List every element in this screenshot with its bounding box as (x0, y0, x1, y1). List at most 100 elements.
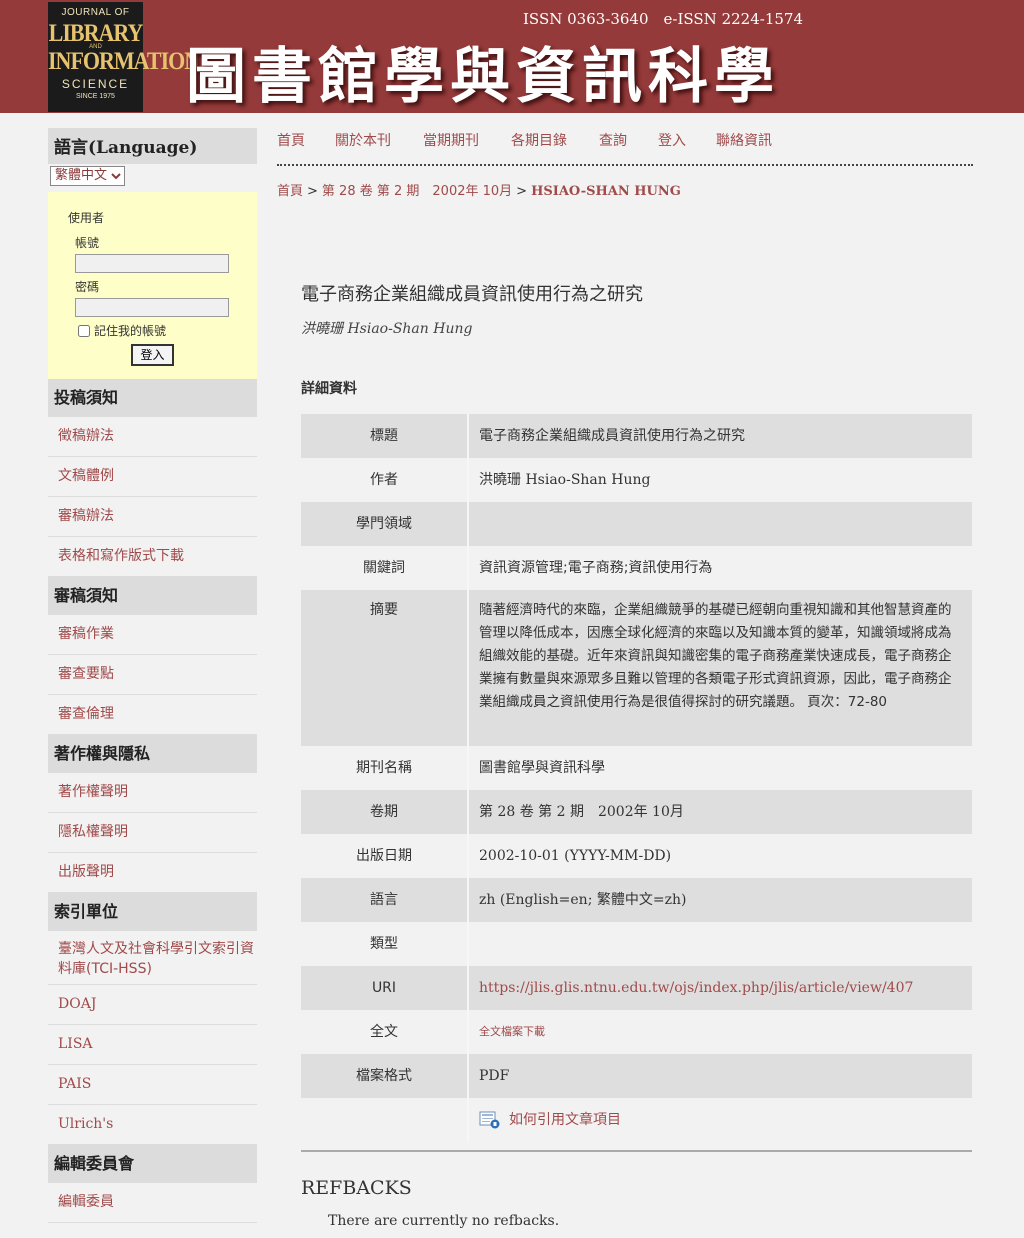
sidebar-link[interactable]: 文稿體例 (48, 456, 257, 497)
table-row: 語言 zh (English=en; 繁體中文=zh) (301, 878, 972, 922)
language-select[interactable]: 繁體中文 (50, 165, 125, 186)
table-row: 關鍵詞 資訊資源管理;電子商務;資訊使用行為 (301, 546, 972, 590)
table-row: 標題 電子商務企業組織成員資訊使用行為之研究 (301, 414, 972, 458)
nav-item-search[interactable]: 查詢 (599, 130, 627, 150)
sidebar-link[interactable]: Ulrich's (48, 1104, 257, 1145)
sidebar-link[interactable]: 出版聲明 (48, 852, 257, 893)
table-row: 檔案格式 PDF (301, 1054, 972, 1098)
logo-text: LIBRARY (48, 18, 144, 47)
user-box-title: 使用者 (68, 210, 105, 225)
meta-value: 第 28 卷 第 2 期 2002年 10月 (479, 804, 684, 820)
meta-value: 洪曉珊 Hsiao-Shan Hung (479, 472, 651, 488)
sidebar-link[interactable]: 審查要點 (48, 654, 257, 695)
journal-logo[interactable]: JOURNAL OF LIBRARY AND INFORMATION SCIEN… (48, 2, 200, 112)
sidebar-link[interactable]: PAIS (48, 1064, 257, 1105)
remember-me[interactable]: 記住我的帳號 (78, 322, 166, 339)
breadcrumb-issue[interactable]: 第 28 卷 第 2 期 2002年 10月 (322, 184, 512, 199)
empty-cell (301, 1098, 467, 1142)
sidebar: 語言(Language) 繁體中文 使用者 帳號 密碼 記住我的帳號 登入 投稿… (48, 128, 257, 1238)
uri-link[interactable]: https://jlis.glis.ntnu.edu.tw/ojs/index.… (479, 966, 972, 1010)
site-header: JOURNAL OF LIBRARY AND INFORMATION SCIEN… (0, 0, 1024, 113)
meta-key: URI (371, 980, 397, 996)
table-row: 作者 洪曉珊 Hsiao-Shan Hung (301, 458, 972, 502)
meta-value: 圖書館學與資訊科學 (479, 760, 605, 776)
site-title: 圖書館學與資訊科學 (186, 42, 780, 112)
meta-key: 類型 (370, 936, 398, 952)
cite-icon (479, 1111, 500, 1129)
sidebar-link[interactable]: 徵稿辦法 (48, 416, 257, 457)
table-row: 出版日期 2002-10-01 (YYYY-MM-DD) (301, 834, 972, 878)
sidebar-link[interactable]: 表格和寫作版式下載 (48, 536, 257, 577)
username-input[interactable] (75, 253, 229, 273)
breadcrumb-home[interactable]: 首頁 (277, 184, 303, 199)
table-row: 期刊名稱 圖書館學與資訊科學 (301, 746, 972, 790)
meta-key: 摘要 (370, 602, 398, 618)
meta-key: 關鍵詞 (363, 560, 405, 576)
section-heading-copyright: 著作權與隱私 (48, 734, 257, 773)
remember-label: 記住我的帳號 (94, 323, 167, 338)
refbacks-heading: REFBACKS (301, 1177, 412, 1199)
section-heading-submission: 投稿須知 (48, 378, 257, 417)
meta-abstract: 隨著經濟時代的來臨，企業組織競爭的基礎已經朝向重視知識和其他智慧資產的管理以降低… (479, 602, 952, 710)
issn-text: ISSN 0363-3640 e-ISSN 2224-1574 (523, 10, 803, 28)
logo-text: SINCE 1975 (76, 93, 115, 100)
sidebar-link[interactable]: 隱私權聲明 (48, 812, 257, 853)
user-login-box: 使用者 帳號 密碼 記住我的帳號 登入 (48, 191, 257, 379)
meta-key: 卷期 (370, 804, 398, 820)
meta-value: zh (English=en; 繁體中文=zh) (479, 892, 687, 908)
breadcrumb-sep: > (516, 184, 528, 199)
table-row: 如何引用文章項目 (301, 1098, 972, 1142)
sidebar-link[interactable]: DOAJ (48, 984, 257, 1025)
nav-item-contact[interactable]: 聯絡資訊 (716, 130, 772, 150)
meta-key: 全文 (370, 1024, 398, 1040)
breadcrumb-current[interactable]: HSIAO-SHAN HUNG (531, 184, 681, 199)
sidebar-link[interactable]: 審稿辦法 (48, 496, 257, 537)
sidebar-link[interactable]: 編輯委員 (48, 1182, 257, 1223)
nav-item-about[interactable]: 關於本刊 (335, 130, 391, 150)
meta-key: 作者 (370, 472, 398, 488)
table-row: 全文 全文檔案下載 (301, 1010, 972, 1054)
article-title: 電子商務企業組織成員資訊使用行為之研究 (301, 284, 643, 305)
username-label: 帳號 (75, 235, 100, 250)
breadcrumb: 首頁 > 第 28 卷 第 2 期 2002年 10月 > HSIAO-SHAN HUN… (277, 180, 681, 199)
meta-key: 出版日期 (356, 848, 412, 864)
cite-label: 如何引用文章項目 (509, 1112, 621, 1128)
sidebar-link[interactable]: 審查倫理 (48, 694, 257, 735)
meta-value: 電子商務企業組織成員資訊使用行為之研究 (479, 428, 745, 444)
meta-key: 語言 (370, 892, 398, 908)
meta-value: 資訊資源管理;電子商務;資訊使用行為 (479, 560, 713, 576)
sidebar-link[interactable]: 著作權聲明 (48, 772, 257, 813)
nav-item-login[interactable]: 登入 (658, 130, 686, 150)
logo-text: SCIENCE (61, 77, 130, 91)
meta-value: 2002-10-01 (YYYY-MM-DD) (479, 848, 672, 864)
details-heading: 詳細資料 (301, 381, 357, 397)
nav-item-home[interactable]: 首頁 (277, 130, 305, 150)
table-row: 摘要 隨著經濟時代的來臨，企業組織競爭的基礎已經朝向重視知識和其他智慧資產的管理… (301, 590, 972, 746)
meta-key: 檔案格式 (356, 1068, 412, 1084)
meta-value (479, 502, 972, 546)
logo-text: INFORMATION (48, 46, 200, 75)
table-row: 學門領域 (301, 502, 972, 546)
section-heading-indexing: 索引單位 (48, 892, 257, 931)
password-label: 密碼 (75, 279, 100, 294)
meta-key: 期刊名稱 (356, 760, 412, 776)
meta-key: 學門領域 (356, 516, 412, 532)
cite-link[interactable]: 如何引用文章項目 (479, 1098, 972, 1142)
nav-item-archives[interactable]: 各期目錄 (511, 130, 567, 150)
sidebar-link[interactable]: 審稿作業 (48, 614, 257, 655)
sidebar-link[interactable]: LISA (48, 1024, 257, 1065)
divider (301, 1150, 972, 1152)
section-heading-editorial: 編輯委員會 (48, 1144, 257, 1183)
sidebar-link[interactable]: 臺灣人文及社會科學引文索引資料庫(TCI-HSS) (48, 930, 257, 985)
remember-checkbox[interactable] (78, 325, 90, 337)
refbacks-text: There are currently no refbacks. (328, 1213, 560, 1229)
meta-key: 標題 (370, 428, 398, 444)
breadcrumb-sep: > (307, 184, 318, 199)
password-input[interactable] (75, 297, 229, 317)
login-button[interactable]: 登入 (131, 343, 174, 366)
nav-item-current[interactable]: 當期期刊 (423, 130, 479, 150)
logo-text: JOURNAL OF (61, 7, 130, 18)
fulltext-download-link[interactable]: 全文檔案下載 (479, 1010, 972, 1054)
table-row: URI https://jlis.glis.ntnu.edu.tw/ojs/in… (301, 966, 972, 1010)
section-heading-review: 審稿須知 (48, 576, 257, 615)
